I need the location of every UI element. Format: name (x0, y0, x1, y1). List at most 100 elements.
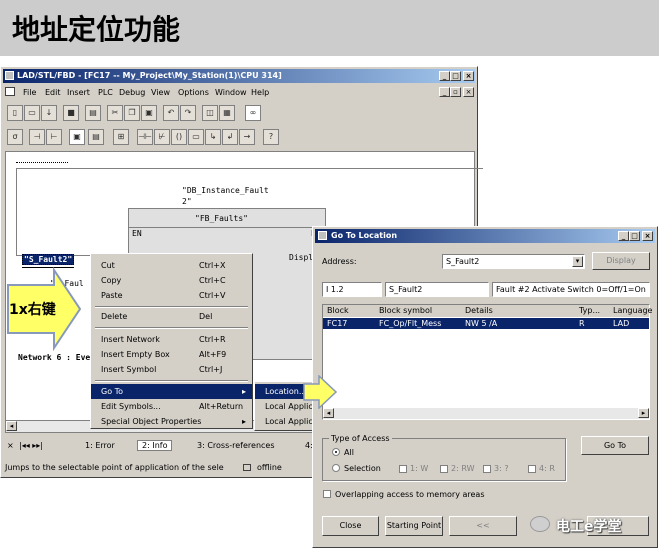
address-value: S_Fault2 (446, 257, 480, 266)
cut-icon[interactable]: ✂ (107, 105, 123, 121)
program-elements-icon[interactable]: ▣ (69, 129, 85, 145)
checkbox-q[interactable] (483, 465, 491, 473)
undo-icon[interactable]: ↶ (163, 105, 179, 121)
location-list[interactable]: Block Block symbol Details Typ... Langua… (322, 304, 652, 420)
db-instance-label: "DB_Instance_Fault (182, 186, 269, 195)
checkbox-w[interactable] (399, 465, 407, 473)
hscroll-left-icon[interactable]: ◂ (6, 421, 17, 431)
new-icon[interactable]: ▯ (7, 105, 23, 121)
menu-item-go-to[interactable]: Go To ▸ (91, 384, 252, 399)
menu-plc[interactable]: PLC (98, 88, 113, 97)
connection-icon[interactable]: → (239, 129, 255, 145)
col-language[interactable]: Language (613, 306, 652, 315)
menu-item-special-object-properties[interactable]: Special Object Properties ▸ (91, 414, 252, 429)
download-icon[interactable]: ↓ (41, 105, 57, 121)
overlap-checkbox[interactable] (323, 490, 331, 498)
starting-point-button[interactable]: Starting Point (385, 516, 443, 536)
radio-all[interactable] (332, 448, 340, 456)
previous-button[interactable]: << (449, 516, 517, 536)
network-icon[interactable]: ⊞ (113, 129, 129, 145)
menu-item-cut[interactable]: Cut Ctrl+X (91, 258, 252, 273)
submenu-local-application-2[interactable]: Local Applic (255, 414, 315, 429)
copy-icon[interactable]: ❐ (124, 105, 140, 121)
list-hscroll[interactable]: ◂ ▸ (323, 408, 649, 419)
address-combo[interactable]: S_Fault2 ▾ (442, 254, 585, 269)
app-icon (5, 71, 14, 80)
doc-restore-button[interactable]: ▫ (450, 87, 461, 97)
menu-options[interactable]: Options (178, 88, 209, 97)
menu-separator (95, 306, 248, 308)
redo-icon[interactable]: ↷ (180, 105, 196, 121)
open-icon[interactable]: ▭ (24, 105, 40, 121)
tab-close-icon[interactable]: × (7, 441, 14, 450)
online-icon[interactable]: ▦ (219, 105, 235, 121)
minimize-button[interactable]: _ (439, 71, 450, 81)
menu-file[interactable]: File (23, 88, 36, 97)
menu-view[interactable]: View (151, 88, 170, 97)
print-icon[interactable]: ▤ (85, 105, 101, 121)
dialog-close-button[interactable]: × (642, 231, 653, 241)
watermark-text: 电工e学堂 (556, 519, 622, 535)
monitor-icon[interactable]: ◫ (202, 105, 218, 121)
catalog-icon[interactable]: ▤ (88, 129, 104, 145)
checkbox-r-label: 4: R (539, 464, 555, 473)
menu-item-insert-empty-box[interactable]: Insert Empty Box Alt+F9 (91, 347, 252, 362)
list-scroll-right-icon[interactable]: ▸ (638, 408, 649, 418)
checkbox-r[interactable] (528, 465, 536, 473)
box-icon[interactable]: ▭ (188, 129, 204, 145)
menu-item-edit-symbols[interactable]: Edit Symbols... Alt+Return (91, 399, 252, 414)
close-dialog-button[interactable]: Close (322, 516, 379, 536)
dialog-maximize-button[interactable]: □ (629, 231, 640, 241)
toolbar-standard: ▯ ▭ ↓ ■ ▤ ✂ ❐ ▣ ↶ ↷ ◫ ▦ ∞ (5, 105, 475, 123)
tab-error[interactable]: 1: Error (85, 441, 115, 450)
save-icon[interactable]: ■ (63, 105, 79, 121)
display-button[interactable]: Display (592, 252, 650, 270)
menu-help[interactable]: Help (251, 88, 269, 97)
menu-item-delete[interactable]: Delete Del (91, 309, 252, 324)
doc-minimize-button[interactable]: _ (439, 87, 450, 97)
help-icon[interactable]: ? (263, 129, 279, 145)
editor-title: LAD/STL/FBD - [FC17 -- My_Project\My_Sta… (17, 71, 282, 80)
tab-cross-references[interactable]: 3: Cross-references (197, 441, 275, 450)
overview-icon[interactable]: σ (7, 129, 23, 145)
contact-no-icon[interactable]: ⊣⊢ (137, 129, 153, 145)
close-button[interactable]: × (463, 71, 474, 81)
s-fault2-operand[interactable]: "S_Fault2" (22, 254, 75, 265)
tab-nav-icon[interactable]: |◂◂ ▸▸| (19, 441, 43, 450)
menu-item-paste[interactable]: Paste Ctrl+V (91, 288, 252, 303)
info-address: I 1.2 (322, 282, 382, 297)
left-icon[interactable]: ⊣ (29, 129, 45, 145)
contact-nc-icon[interactable]: ⊬ (154, 129, 170, 145)
col-block[interactable]: Block (327, 306, 349, 315)
radio-selection[interactable] (332, 464, 340, 472)
glasses-icon[interactable]: ∞ (245, 105, 261, 121)
menu-window[interactable]: Window (215, 88, 247, 97)
menu-item-insert-network[interactable]: Insert Network Ctrl+R (91, 332, 252, 347)
goto-location-dialog: Go To Location _ □ × Address: S_Fault2 ▾… (312, 226, 658, 548)
col-type[interactable]: Typ... (579, 306, 600, 315)
goto-button[interactable]: Go To (581, 436, 649, 455)
branch-close-icon[interactable]: ↲ (222, 129, 238, 145)
list-scroll-left-icon[interactable]: ◂ (323, 408, 334, 418)
table-row[interactable]: FC17 FC_Op/Flt_Mess NW 5 /A R LAD (323, 318, 649, 329)
tab-info[interactable]: 2: Info (137, 440, 173, 451)
dialog-minimize-button[interactable]: _ (618, 231, 629, 241)
menu-debug[interactable]: Debug (119, 88, 145, 97)
menu-insert[interactable]: Insert (67, 88, 90, 97)
menu-item-copy[interactable]: Copy Ctrl+C (91, 273, 252, 288)
checkbox-rw[interactable] (440, 465, 448, 473)
menu-edit[interactable]: Edit (45, 88, 61, 97)
menu-item-insert-symbol[interactable]: Insert Symbol Ctrl+J (91, 362, 252, 377)
right-icon[interactable]: ⊢ (46, 129, 62, 145)
chevron-down-icon[interactable]: ▾ (572, 256, 583, 267)
maximize-button[interactable]: □ (450, 71, 461, 81)
branch-open-icon[interactable]: ↳ (205, 129, 221, 145)
doc-close-button[interactable]: × (463, 87, 474, 97)
right-click-label: 1x右键 (9, 302, 56, 318)
col-block-symbol[interactable]: Block symbol (379, 306, 432, 315)
address-label: Address: (322, 257, 357, 266)
status-hint: Jumps to the selectable point of applica… (5, 463, 224, 472)
col-details[interactable]: Details (465, 306, 493, 315)
coil-icon[interactable]: () (171, 129, 187, 145)
paste-icon[interactable]: ▣ (141, 105, 157, 121)
